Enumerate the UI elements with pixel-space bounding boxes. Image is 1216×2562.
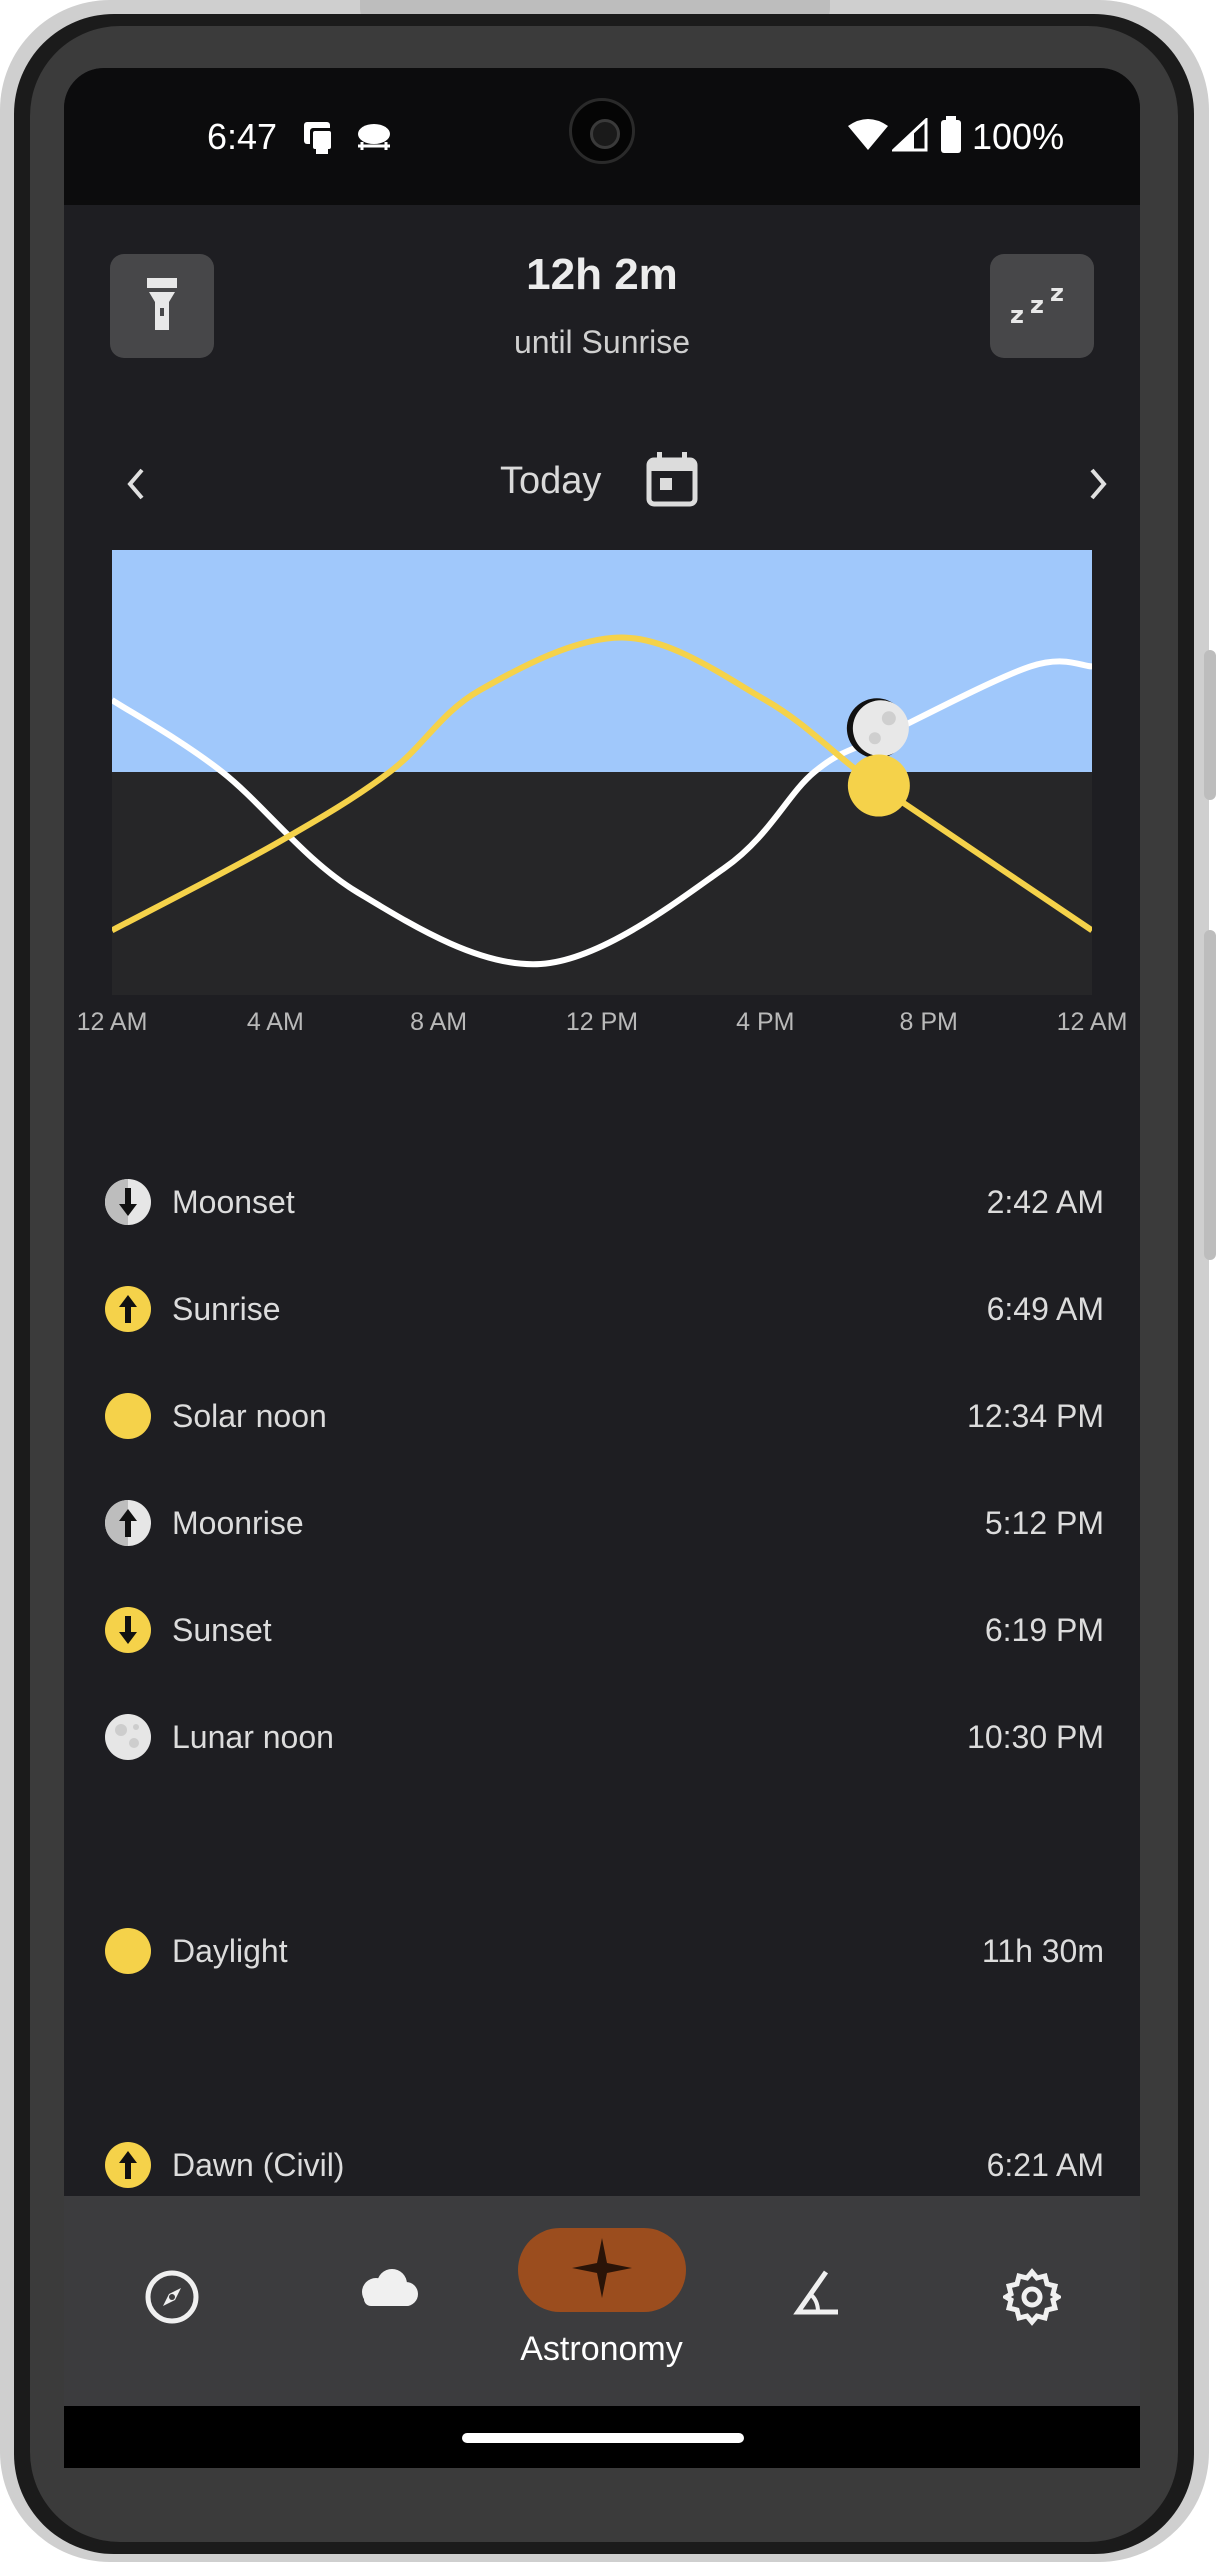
x-tick-label: 12 AM [1056,1008,1128,1036]
event-time: 12:34 PM [967,1397,1104,1434]
event-label: Solar noon [172,1397,327,1434]
chevron-right-icon [1086,466,1110,507]
event-time: 6:19 PM [984,1611,1104,1648]
sleep-zzz-icon: zzz [1010,279,1074,332]
date-label[interactable]: Today [500,460,601,503]
sky-area [112,550,1092,772]
event-time: 5:12 PM [984,1504,1104,1541]
sun-up-icon [104,2141,152,2189]
sun-down-icon [104,1606,152,1654]
next-day-button[interactable] [1068,456,1128,516]
status-time: 6:47 [207,116,278,157]
event-time: 6:21 AM [986,2146,1104,2183]
nav-label-astronomy: Astronomy [520,2330,683,2368]
sun-icon [104,1927,152,1975]
power-button [1204,650,1216,800]
sun-up-icon [104,1285,152,1333]
front-camera [569,98,635,164]
x-tick-label: 12 PM [565,1008,639,1036]
signal-icon [890,116,928,157]
home-gesture-handle[interactable] [462,2433,744,2443]
sleep-button[interactable]: zzz [990,254,1094,358]
battery-icon [940,116,962,159]
event-row: Sunset 6:19 PM [104,1595,1104,1665]
event-row: Lunar noon 10:30 PM [104,1702,1104,1772]
bottom-navigation: Astronomy [64,2196,1140,2406]
app-screen: 6:47 100% 12h 2m until Sunrise zzz Today… [64,68,1140,2468]
cloud-icon [354,2268,420,2313]
x-tick-label: 12 AM [76,1008,148,1036]
chevron-left-icon [124,466,148,507]
event-label: Sunrise [172,1290,281,1327]
event-time: 6:49 AM [986,1290,1104,1327]
wifi-icon [848,118,888,157]
nav-item-settings[interactable] [924,2196,1139,2406]
gear-icon [1000,2268,1063,2331]
cloud-sync-icon [354,120,394,157]
x-tick-label: 4 PM [736,1008,795,1036]
volume-button [1204,930,1216,1260]
event-row: Dawn (Civil) 6:21 AM [104,2130,1104,2200]
compass-icon [143,2268,201,2331]
svg-text:z: z [1010,301,1024,327]
selected-indicator [517,2228,686,2312]
star-icon [571,2237,632,2303]
event-label: Daylight [172,1932,288,1969]
event-label: Dawn (Civil) [172,2146,345,2183]
event-time: 10:30 PM [967,1718,1104,1755]
event-row: Sunrise 6:49 AM [104,1274,1104,1344]
previous-day-button[interactable] [106,456,166,516]
countdown-title: 12h 2m [526,250,678,299]
screencast-icon [300,120,340,161]
sun-position-marker [847,754,910,817]
nav-item-astronomy[interactable]: Astronomy [494,2196,709,2406]
svg-text:z: z [1030,291,1044,319]
event-time: 11h 30m [981,1932,1104,1969]
calendar-icon[interactable] [644,450,700,513]
moon-icon [104,1713,152,1761]
event-time: 2:42 AM [986,1183,1104,1220]
countdown-subtitle: until Sunrise [513,324,691,360]
nav-item-weather[interactable] [279,2196,494,2406]
event-label: Lunar noon [172,1718,334,1755]
event-label: Moonset [172,1183,295,1220]
x-tick-label: 4 AM [246,1008,304,1036]
moon-up-icon [104,1499,152,1547]
event-label: Moonrise [172,1504,304,1541]
x-tick-label: 8 AM [410,1008,468,1036]
event-row: Moonset 2:42 AM [104,1167,1104,1237]
svg-text:z: z [1050,281,1064,307]
status-bar: 6:47 100% [64,68,1140,205]
sun-moon-altitude-chart [112,550,1092,995]
event-label: Sunset [172,1611,272,1648]
moon-down-icon [104,1178,152,1226]
sun-icon [104,1392,152,1440]
nav-item-navigation[interactable] [64,2196,279,2406]
x-tick-label: 8 PM [899,1008,958,1036]
event-row: Daylight 11h 30m [104,1916,1104,1986]
event-row: Solar noon 12:34 PM [104,1381,1104,1451]
angle-icon [792,2268,842,2323]
event-row: Moonrise 5:12 PM [104,1488,1104,1558]
nav-item-tools[interactable] [709,2196,924,2406]
battery-percent: 100% [972,116,1065,157]
